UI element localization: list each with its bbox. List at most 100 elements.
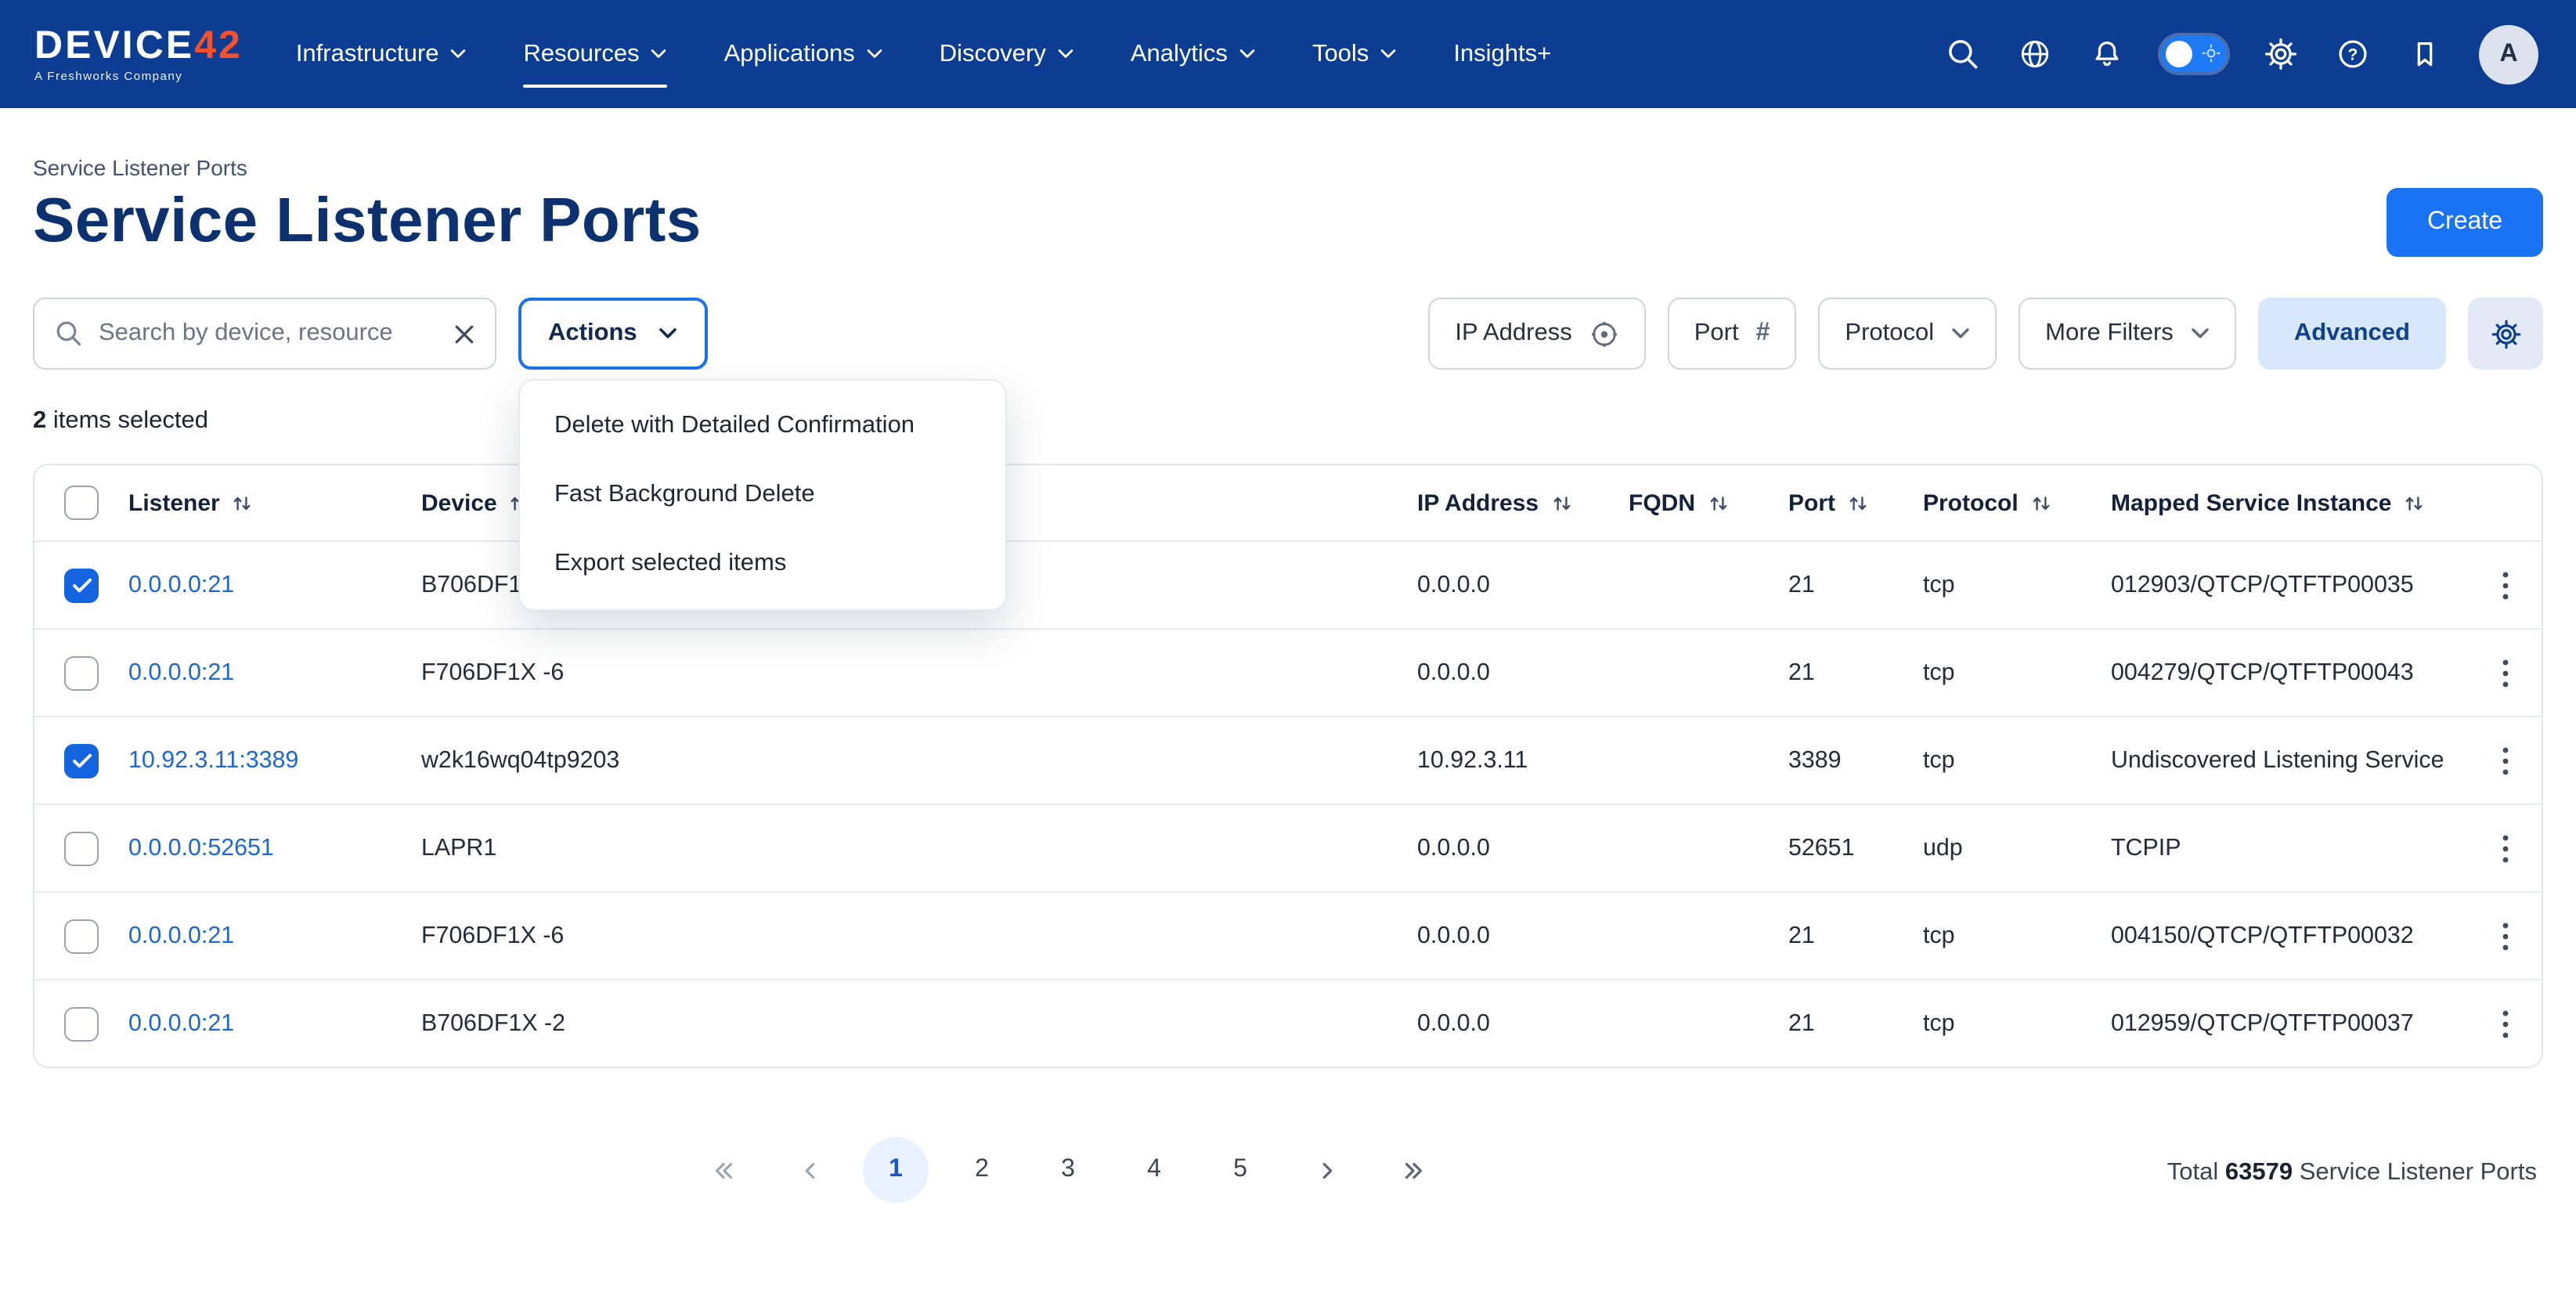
menu-item-export[interactable]: Export selected items	[520, 529, 1005, 598]
nav-item-insights[interactable]: Insights+	[1453, 0, 1551, 108]
total-value: 63579	[2225, 1159, 2293, 1186]
row-menu-icon[interactable]	[2470, 571, 2542, 599]
page-button-5[interactable]: 5	[1207, 1137, 1273, 1203]
sort-icon[interactable]	[233, 493, 253, 513]
port-cell: 21	[1788, 572, 1923, 598]
row-checkbox[interactable]	[64, 919, 99, 953]
menu-item-delete-detailed[interactable]: Delete with Detailed Confirmation	[520, 392, 1005, 460]
filter-label: More Filters	[2045, 320, 2174, 348]
last-page-button[interactable]	[1380, 1137, 1445, 1203]
nav-item-infrastructure[interactable]: Infrastructure	[296, 0, 467, 108]
title-row: Service Listener Ports Create	[33, 186, 2543, 257]
sort-icon[interactable]	[2031, 493, 2051, 513]
create-button[interactable]: Create	[2387, 187, 2543, 256]
row-checkbox[interactable]	[64, 743, 99, 778]
mapped-service-cell: 012959/QTCP/QTFTP00037	[2111, 1010, 2470, 1037]
total-count: Total 63579 Service Listener Ports	[2167, 1159, 2537, 1187]
help-icon[interactable]: ?	[2335, 36, 2371, 72]
gear-icon[interactable]	[2263, 36, 2299, 72]
next-page-button[interactable]	[1293, 1137, 1359, 1203]
column-header-mapped-service[interactable]: Mapped Service Instance	[2111, 489, 2470, 516]
sort-icon[interactable]	[1848, 493, 1868, 513]
filter-ip-address[interactable]: IP Address	[1428, 298, 1645, 370]
sort-icon[interactable]	[1551, 493, 1571, 513]
table-row: 0.0.0.0:21 F706DF1X -6 0.0.0.0 21 tcp 00…	[34, 891, 2542, 979]
page-button-3[interactable]: 3	[1035, 1137, 1101, 1203]
row-checkbox[interactable]	[64, 1006, 99, 1041]
listener-link[interactable]: 0.0.0.0:21	[128, 659, 234, 686]
chevron-down-icon	[1951, 327, 1970, 340]
theme-toggle[interactable]	[2161, 36, 2227, 72]
protocol-cell: tcp	[1923, 923, 2111, 949]
mapped-service-cell: 004150/QTCP/QTFTP00032	[2111, 923, 2470, 949]
page-button-2[interactable]: 2	[949, 1137, 1015, 1203]
listener-link[interactable]: 0.0.0.0:52651	[128, 835, 274, 861]
device42-logo[interactable]: DEVICE42 A Freshworks Company	[34, 26, 243, 81]
clear-search-icon[interactable]	[454, 323, 474, 344]
actions-dropdown[interactable]: Actions	[518, 298, 708, 370]
first-page-button[interactable]	[691, 1137, 756, 1203]
column-header-ip-address[interactable]: IP Address	[1417, 489, 1629, 516]
row-menu-icon[interactable]	[2470, 834, 2542, 862]
filter-more[interactable]: More Filters	[2019, 298, 2236, 370]
row-checkbox[interactable]	[64, 568, 99, 602]
selection-label: items selected	[46, 407, 208, 434]
advanced-button[interactable]: Advanced	[2258, 298, 2446, 370]
nav-item-label: Resources	[523, 40, 639, 68]
row-checkbox[interactable]	[64, 655, 99, 690]
row-menu-icon[interactable]	[2470, 922, 2542, 950]
protocol-cell: tcp	[1923, 1010, 2111, 1037]
search-icon[interactable]	[1945, 36, 1981, 72]
prev-page-button[interactable]	[777, 1137, 842, 1203]
globe-icon[interactable]	[2017, 36, 2053, 72]
selection-count: 2	[33, 407, 46, 434]
device-cell: w2k16wq04tp9203	[421, 747, 1417, 774]
menu-item-fast-delete[interactable]: Fast Background Delete	[520, 460, 1005, 529]
chevron-down-icon	[1380, 49, 1397, 60]
nav-item-discovery[interactable]: Discovery	[940, 0, 1074, 108]
device-cell: B706DF1X -2	[421, 1010, 1417, 1037]
toolbar: Actions Delete with Detailed Confirmatio…	[33, 298, 2543, 370]
nav-item-resources[interactable]: Resources	[523, 0, 667, 108]
navbar-actions: ? A	[1945, 24, 2538, 84]
listener-link[interactable]: 0.0.0.0:21	[128, 1010, 234, 1037]
breadcrumb[interactable]: Service Listener Ports	[33, 155, 2543, 180]
listener-link[interactable]: 0.0.0.0:21	[128, 923, 234, 949]
column-header-protocol[interactable]: Protocol	[1923, 489, 2111, 516]
row-menu-icon[interactable]	[2470, 659, 2542, 687]
user-avatar[interactable]: A	[2479, 24, 2538, 84]
row-menu-icon[interactable]	[2470, 746, 2542, 775]
listener-link[interactable]: 0.0.0.0:21	[128, 572, 234, 598]
select-all-checkbox[interactable]	[64, 486, 99, 520]
listener-link[interactable]: 10.92.3.11:3389	[128, 747, 298, 774]
column-header-listener[interactable]: Listener	[128, 489, 421, 516]
mapped-service-cell: 012903/QTCP/QTFTP00035	[2111, 572, 2470, 598]
page-button-1[interactable]: 1	[863, 1137, 929, 1203]
table-footer: 1 2 3 4 5 Total 63579 Service Listener P…	[33, 1137, 2543, 1209]
page-button-4[interactable]: 4	[1121, 1137, 1187, 1203]
row-menu-icon[interactable]	[2470, 1009, 2542, 1038]
column-header-fqdn[interactable]: FQDN	[1629, 489, 1788, 516]
selection-status: 2 items selected	[33, 407, 2543, 435]
sort-icon[interactable]	[1708, 493, 1728, 513]
nav-item-applications[interactable]: Applications	[724, 0, 883, 108]
chevron-down-icon	[1057, 49, 1074, 60]
row-checkbox[interactable]	[64, 831, 99, 865]
search-icon	[55, 320, 83, 348]
search-input[interactable]	[99, 320, 438, 348]
filter-protocol[interactable]: Protocol	[1818, 298, 1997, 370]
table-settings-button[interactable]	[2468, 298, 2543, 370]
nav-item-analytics[interactable]: Analytics	[1131, 0, 1256, 108]
page-content: Service Listener Ports Service Listener …	[0, 155, 2576, 1209]
filter-port[interactable]: Port #	[1668, 298, 1797, 370]
protocol-cell: tcp	[1923, 572, 2111, 598]
nav-item-tools[interactable]: Tools	[1312, 0, 1397, 108]
sort-icon[interactable]	[2405, 493, 2425, 513]
search-box[interactable]	[33, 298, 496, 370]
bell-icon[interactable]	[2089, 36, 2125, 72]
bookmark-icon[interactable]	[2407, 36, 2443, 72]
column-header-port[interactable]: Port	[1788, 489, 1923, 516]
actions-label: Actions	[548, 320, 637, 348]
main-nav: Infrastructure Resources Applications Di…	[296, 0, 1551, 108]
actions-menu: Delete with Detailed Confirmation Fast B…	[518, 379, 1007, 611]
